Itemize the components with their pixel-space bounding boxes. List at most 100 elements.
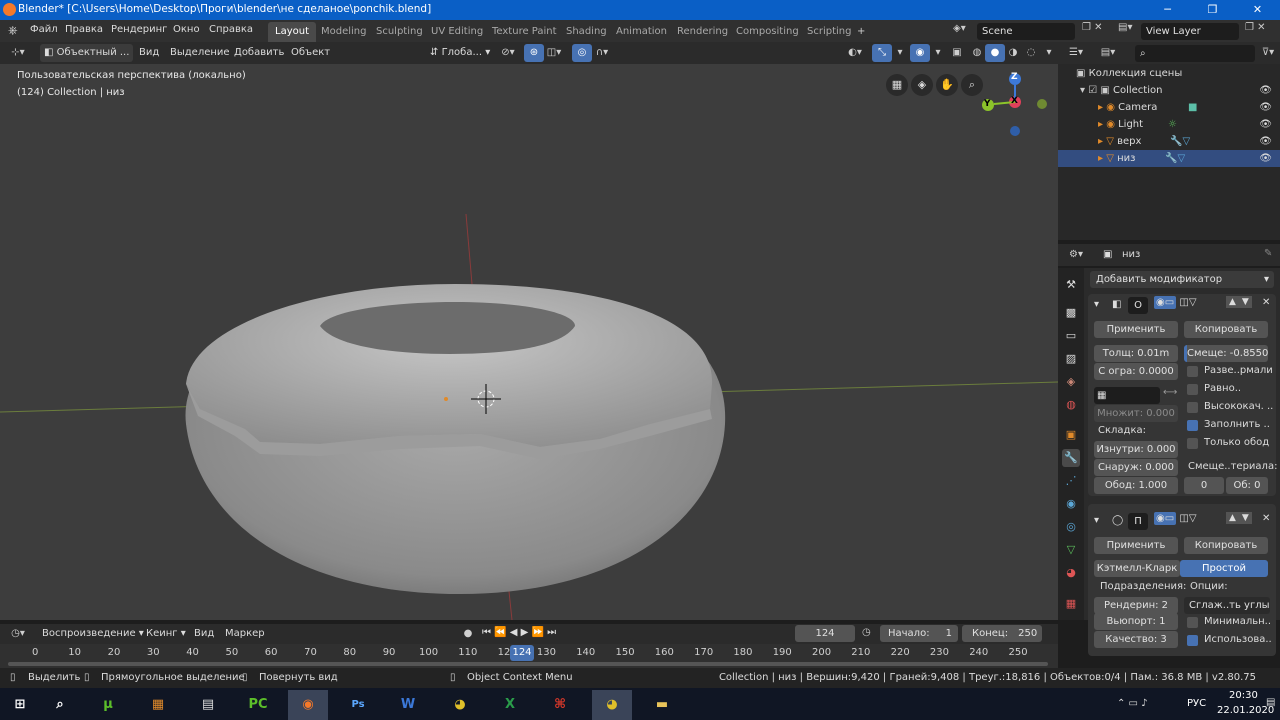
particles-tab-icon[interactable]: ⋰ [1062, 472, 1080, 490]
inner-crease-field[interactable]: Изнутри: 0.000 [1094, 441, 1178, 458]
solidify-name-field[interactable]: О [1128, 297, 1148, 314]
data-tab-icon[interactable]: ▽ [1062, 541, 1080, 559]
overlay-icon[interactable]: ◉ [910, 44, 930, 62]
filter-icon[interactable]: ⊽▾ [1258, 44, 1278, 62]
utorrent-icon[interactable]: µ [88, 690, 128, 720]
gizmo-x-label[interactable]: X [1011, 96, 1018, 106]
move-modifier-icon[interactable]: ▲ ▼ [1226, 296, 1252, 308]
rim-crease-field[interactable]: Обод: 1.000 [1094, 477, 1178, 494]
xray-icon[interactable]: ▣ [947, 44, 967, 62]
smooth-corners-dropdown[interactable]: Сглаж..ть углы ▾ [1184, 597, 1270, 614]
modifier-visibility-icons[interactable]: ◉▭ ◫▽ [1154, 296, 1197, 309]
tab-texture-paint[interactable]: Texture Paint [485, 22, 564, 42]
start-frame-field[interactable]: Начало: 1 [880, 625, 958, 642]
outliner-item-camera[interactable]: ▸ ◉ Camera ■ 👁 [1058, 99, 1280, 116]
fill-rim-checkbox[interactable] [1187, 420, 1198, 431]
eye-icon[interactable]: 👁 [1259, 116, 1272, 133]
media-player-icon[interactable]: ▦ [138, 690, 178, 720]
close-button[interactable]: ✕ [1235, 0, 1280, 20]
offset-field[interactable]: Смеще: -0.8550 [1184, 345, 1268, 362]
display-mode-icon[interactable]: ▤▾ [1098, 44, 1118, 62]
playback-menu[interactable]: Воспроизведение ▾ [38, 625, 148, 643]
eye-icon[interactable]: 👁 [1259, 99, 1272, 116]
scene-selector[interactable]: Scene [977, 23, 1075, 40]
outliner-editor-type-icon[interactable]: ☰▾ [1066, 44, 1086, 62]
remove-modifier-icon[interactable]: ✕ [1262, 513, 1270, 524]
snap-icon[interactable]: ⊛ [524, 44, 544, 62]
add-modifier-button[interactable]: Добавить модификатор ▾ [1090, 271, 1274, 288]
rim-material-offset-field[interactable]: Об: 0 [1226, 477, 1268, 494]
visibility-icon[interactable]: ◐▾ [845, 44, 865, 62]
proportional-edit-icon[interactable]: ◎ [572, 44, 592, 62]
even-thickness-checkbox[interactable] [1187, 366, 1198, 377]
factor-field[interactable]: Множит: 0.000 [1094, 405, 1178, 422]
rendered-shading-icon[interactable]: ◌ [1021, 44, 1041, 62]
tab-uv-editing[interactable]: UV Editing [424, 22, 490, 42]
gizmo-icon[interactable]: ⤡ [872, 44, 892, 62]
pycharm-icon[interactable]: PC [238, 690, 278, 720]
pan-hand-icon[interactable]: ✋ [936, 74, 958, 96]
scene-tab-icon[interactable]: ◈ [1062, 373, 1080, 391]
collapse-icon[interactable]: ▾ [1094, 515, 1099, 526]
view-layer-tab-icon[interactable]: ▨ [1062, 350, 1080, 368]
acrobat-icon[interactable]: ⌘ [540, 690, 580, 720]
timeline-ruler[interactable]: 0 10 20 30 40 50 60 70 80 90 100 110 120 130 140 150 160… [0, 644, 1058, 668]
tab-rendering[interactable]: Rendering [670, 22, 735, 42]
playback-controls[interactable]: ⏮ ⏪ ◀ ▶ ⏩ ⏭ [482, 627, 556, 638]
shading-dropdown-icon[interactable]: ▾ [1039, 44, 1059, 62]
photoshop-icon[interactable]: Ps [338, 690, 378, 720]
simple-button[interactable]: Простой [1180, 560, 1268, 577]
invert-icon[interactable]: ⟷ [1163, 387, 1177, 398]
menu-help[interactable]: Справка [209, 24, 253, 35]
current-frame-field[interactable]: 124 [795, 625, 855, 642]
eye-icon[interactable]: 👁 [1259, 150, 1272, 167]
search-icon[interactable]: ⌕ [40, 690, 80, 720]
material-tab-icon[interactable]: ◕ [1062, 564, 1080, 582]
object-tab-icon[interactable]: ▣ [1062, 426, 1080, 444]
vertex-group-field[interactable]: ▦ [1094, 387, 1160, 404]
view-layer-selector[interactable]: View Layer [1141, 23, 1239, 40]
properties-editor-type-icon[interactable]: ⚙▾ [1066, 246, 1086, 264]
keying-menu[interactable]: Кеинг ▾ [142, 625, 190, 643]
blender-taskbar-icon[interactable]: ◉ [288, 690, 328, 720]
playhead[interactable]: 124 [510, 645, 534, 661]
zoom-icon[interactable]: ⌕ [961, 74, 983, 96]
mode-selector[interactable]: ◧ Объектный ... [40, 44, 134, 62]
subsurf-apply-button[interactable]: Применить [1094, 537, 1178, 554]
clock-time[interactable]: 20:30 [1229, 690, 1258, 701]
editor-type-icon[interactable]: ⊹▾ [8, 44, 28, 62]
gizmo-z-label[interactable]: Z [1011, 72, 1018, 82]
end-frame-field[interactable]: Конец: 250 [962, 625, 1042, 642]
remove-modifier-icon[interactable]: ✕ [1262, 297, 1270, 308]
new-scene-icon[interactable]: ❐ ✕ [1082, 22, 1103, 33]
tool-tab-icon[interactable]: ⚒ [1062, 276, 1080, 294]
timeline-view-menu[interactable]: Вид [190, 625, 218, 643]
eye-icon[interactable]: 👁 [1259, 133, 1272, 150]
blender-menu-icon[interactable]: ⎈ [8, 23, 18, 38]
menu-edit[interactable]: Правка [65, 24, 103, 35]
view-layer-buttons-icon[interactable]: ❐ ✕ [1245, 22, 1266, 33]
menu-object[interactable]: Объект [287, 44, 334, 62]
subsurf-name-field[interactable]: П [1128, 513, 1148, 530]
chrome-icon[interactable]: ◕ [440, 690, 480, 720]
equal-checkbox[interactable] [1187, 384, 1198, 395]
outer-crease-field[interactable]: Снаруж: 0.000 [1094, 459, 1178, 476]
use-creases-checkbox[interactable] [1187, 635, 1198, 646]
outliner-item-collection[interactable]: ▾ ☑ ▣ Collection 👁 [1058, 82, 1280, 99]
ortho-toggle-icon[interactable]: ▦ [886, 74, 908, 96]
outliner-scene-collection[interactable]: ▣ Коллекция сцены [1058, 65, 1280, 82]
chrome-active-icon[interactable]: ◕ [592, 690, 632, 720]
move-modifier-icon[interactable]: ▲ ▼ [1226, 512, 1252, 524]
timeline-editor-type-icon[interactable]: ◷▾ [8, 625, 28, 643]
record-icon[interactable]: ● [458, 625, 478, 643]
modifier-visibility-icons[interactable]: ◉▭ ◫▽ [1154, 512, 1197, 525]
thickness-field[interactable]: Толщ: 0.01m [1094, 345, 1178, 362]
word-icon[interactable]: W [388, 690, 428, 720]
falloff-icon[interactable]: ∩▾ [592, 44, 612, 62]
render-levels-field[interactable]: Рендерин: 2 [1094, 597, 1178, 614]
tab-layout[interactable]: Layout [268, 22, 316, 42]
tab-compositing[interactable]: Compositing [729, 22, 806, 42]
excel-icon[interactable]: X [490, 690, 530, 720]
tray-icons[interactable]: ⌃ ▭ ♪ [1117, 698, 1148, 709]
tab-animation[interactable]: Animation [609, 22, 674, 42]
